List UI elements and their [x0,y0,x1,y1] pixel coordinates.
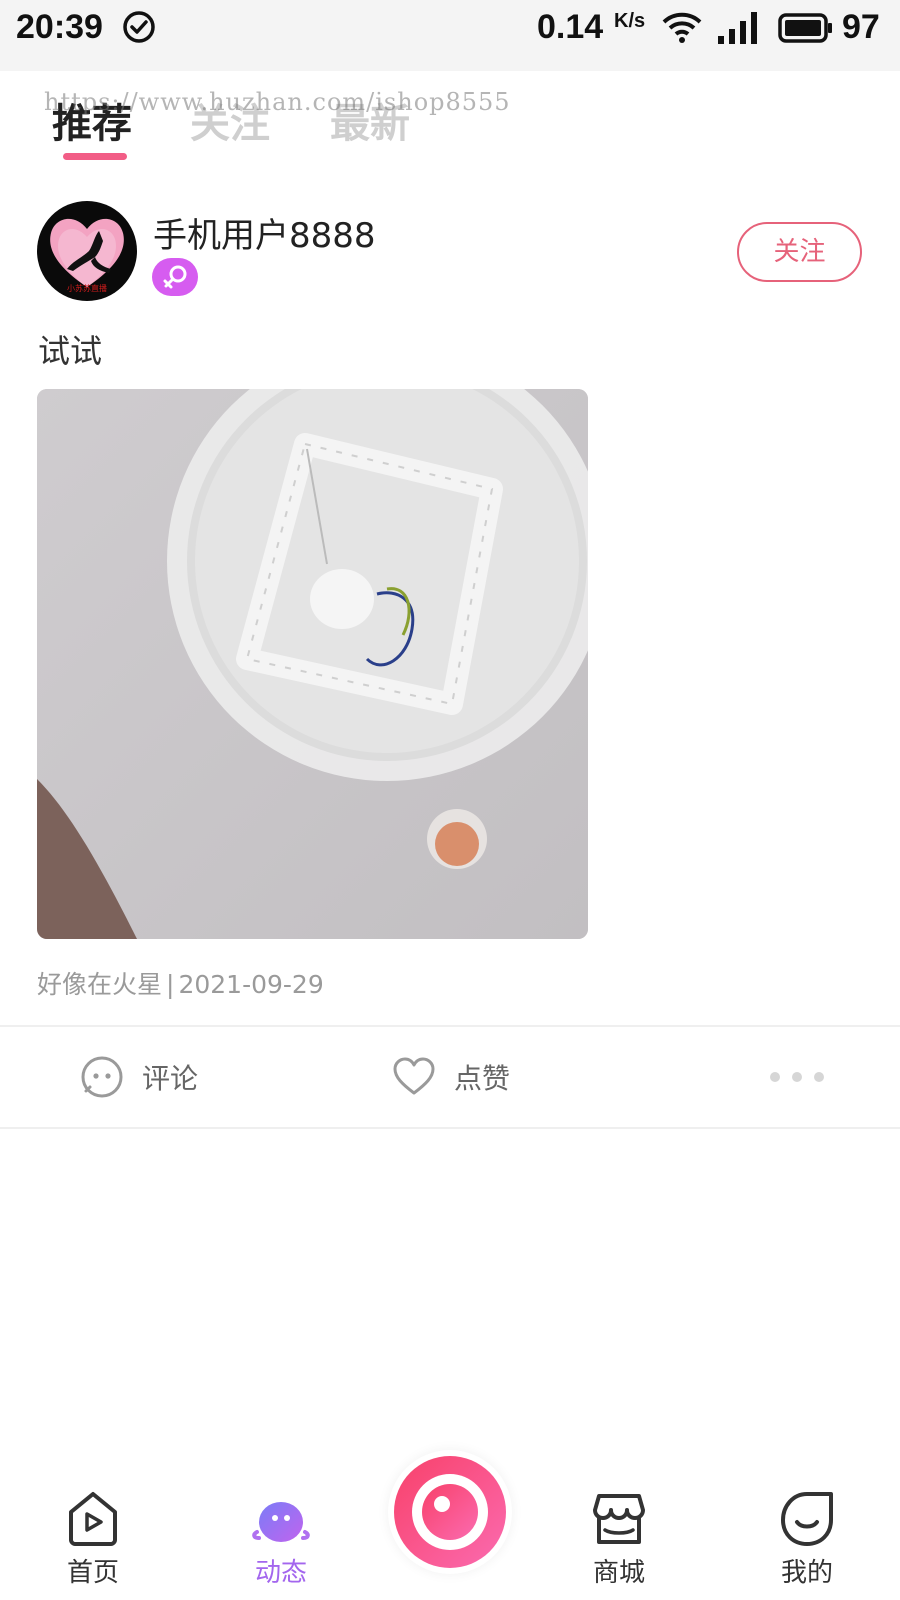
nav-feed-label: 动态 [254,1558,307,1588]
like-button[interactable]: 点赞 [392,1052,510,1102]
active-tab-indicator [63,153,127,160]
follow-button[interactable]: 关注 [737,222,862,282]
wifi-icon [662,12,702,43]
bottom-navigation: 首页 动态 商城 我的 [0,1450,900,1600]
username[interactable]: 手机用户8888 [153,208,376,257]
feed-blob-icon [252,1502,310,1542]
live-camera-icon [394,1456,506,1568]
heart-icon [393,1057,435,1095]
network-speed: 0.14 [537,8,604,46]
post-location: 好像在火星 [37,970,163,999]
svg-text:小苏苏直播: 小苏苏直播 [67,283,107,293]
check-circle-icon [123,11,155,43]
nav-home-label: 首页 [66,1558,119,1588]
status-bar: 20:39 0.14 K/s 97 [0,0,900,71]
nav-shop[interactable]: 商城 [574,1488,664,1598]
comment-icon [81,1056,123,1098]
nav-live-button[interactable] [388,1450,512,1574]
ceiling-light-photo [37,389,588,939]
avatar-logo-icon: 小苏苏直播 [50,218,124,293]
post-meta: 好像在火星 | 2021-09-29 [37,965,324,1001]
feed-tabs: 推荐 关注 最新 [0,71,900,171]
avatar[interactable]: 小苏苏直播 [37,201,137,301]
meta-separator: | [166,970,175,999]
more-options-icon[interactable] [768,1070,828,1084]
like-label: 点赞 [454,1062,511,1095]
signal-icon [718,12,757,44]
post-text: 试试 [38,332,103,370]
battery-level: 97 [842,8,880,46]
nav-home[interactable]: 首页 [48,1488,138,1598]
nav-shop-label: 商城 [592,1558,645,1588]
watermark: https://www.huzhan.com/ishop8555 [44,88,511,116]
divider [0,1127,900,1129]
post-image[interactable] [37,389,588,939]
nav-feed[interactable]: 动态 [236,1488,326,1598]
home-play-icon [69,1492,117,1546]
post-date: 2021-09-29 [178,970,324,999]
comment-button[interactable]: 评论 [80,1052,198,1102]
profile-icon [781,1492,833,1546]
battery-icon [778,13,832,43]
nav-me[interactable]: 我的 [762,1488,852,1598]
divider [0,1025,900,1027]
store-icon [593,1494,645,1544]
comment-label: 评论 [142,1062,199,1095]
network-speed-unit: K/s [614,10,646,32]
status-time: 20:39 [16,8,103,46]
female-icon [163,265,187,289]
nav-me-label: 我的 [780,1558,833,1588]
gender-badge [152,258,198,296]
